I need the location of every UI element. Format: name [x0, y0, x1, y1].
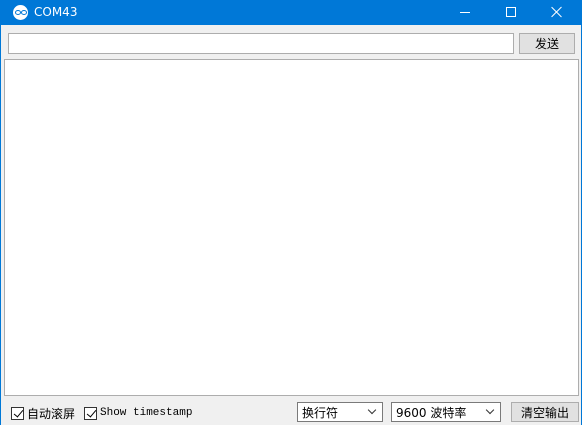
serial-output-area[interactable] [4, 59, 579, 396]
timestamp-label: Show timestamp [100, 407, 193, 419]
baud-rate-value: 9600 波特率 [396, 405, 467, 420]
minimize-button[interactable] [442, 0, 488, 25]
arduino-infinity-icon [13, 5, 28, 20]
autoscroll-toggle[interactable]: 自动滚屏 [11, 406, 76, 421]
title-bar[interactable]: COM43 [0, 0, 582, 25]
maximize-icon [506, 7, 516, 17]
close-icon [551, 6, 563, 18]
close-button[interactable] [534, 0, 580, 25]
send-button[interactable]: 发送 [519, 33, 575, 54]
timestamp-toggle[interactable]: Show timestamp [84, 406, 192, 420]
minimize-icon [460, 12, 470, 13]
window-title: COM43 [34, 5, 78, 19]
line-ending-select[interactable]: 换行符 [297, 402, 383, 422]
timestamp-checkbox[interactable] [84, 406, 97, 420]
autoscroll-checkbox[interactable] [11, 406, 24, 420]
maximize-button[interactable] [488, 0, 534, 25]
chevron-down-icon [367, 405, 377, 415]
chevron-down-icon [485, 405, 495, 415]
autoscroll-label: 自动滚屏 [27, 406, 76, 421]
send-input[interactable] [8, 33, 514, 54]
baud-rate-select[interactable]: 9600 波特率 [391, 402, 501, 422]
serial-monitor-client: 发送 自动滚屏 Show timestamp 换行符 9600 波特率 清空输出 [1, 25, 581, 425]
line-ending-value: 换行符 [302, 405, 339, 420]
clear-output-button[interactable]: 清空输出 [511, 402, 579, 422]
